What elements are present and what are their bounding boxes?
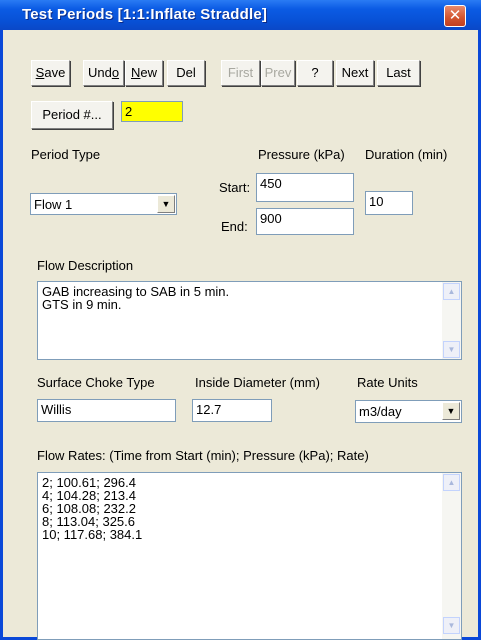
flow-rate-line: 10; 117.68; 384.1 — [42, 527, 143, 542]
duration-label: Duration (min) — [365, 147, 448, 162]
flow-description-label: Flow Description — [37, 258, 134, 273]
pressure-start-field[interactable]: 450 — [256, 173, 354, 202]
rate-units-label: Rate Units — [357, 375, 418, 390]
inside-diameter-label: Inside Diameter (mm) — [195, 375, 320, 390]
save-button[interactable]: Save — [31, 60, 70, 86]
new-label: ew — [140, 65, 157, 80]
prev-button[interactable]: Prev — [261, 60, 295, 86]
new-mnemonic: N — [130, 65, 141, 80]
undo-button[interactable]: Undo — [83, 60, 124, 86]
scroll-up-icon[interactable]: ▲ — [443, 283, 460, 300]
test-periods-window: Test Periods [1:1:Inflate Straddle] ✕ Sa… — [0, 0, 481, 640]
period-type-label: Period Type — [31, 147, 101, 162]
scroll-down-icon[interactable]: ▼ — [443, 341, 460, 358]
flow-rates-textarea[interactable]: 2; 100.61; 296.4 4; 104.28; 213.4 6; 108… — [37, 472, 462, 640]
period-number-field[interactable]: 2 — [121, 101, 183, 122]
duration-field[interactable]: 10 — [365, 191, 413, 215]
period-type-select[interactable]: Flow 1 ▼ — [30, 193, 177, 215]
window-title: Test Periods [1:1:Inflate Straddle] — [22, 6, 268, 23]
flow-description-line: GTS in 9 min. — [42, 297, 122, 312]
save-label: ave — [44, 65, 66, 80]
chevron-down-icon[interactable]: ▼ — [157, 195, 175, 213]
undo-mnemonic: o — [111, 65, 120, 80]
last-button[interactable]: Last — [377, 60, 420, 86]
rate-units-value: m3/day — [359, 404, 402, 419]
rate-units-select[interactable]: m3/day ▼ — [355, 400, 462, 423]
flow-rates-scrollbar[interactable]: ▲ ▼ — [442, 473, 461, 639]
next-button[interactable]: Next — [336, 60, 374, 86]
close-icon[interactable]: ✕ — [444, 5, 466, 27]
period-type-value: Flow 1 — [34, 197, 73, 212]
pressure-end-label: End: — [221, 219, 248, 234]
first-button[interactable]: First — [221, 60, 260, 86]
flow-description-textarea[interactable]: GAB increasing to SAB in 5 min. GTS in 9… — [37, 281, 462, 360]
help-button[interactable]: ? — [297, 60, 333, 86]
pressure-end-field[interactable]: 900 — [256, 208, 354, 235]
undo-label: Und — [87, 65, 112, 80]
inside-diameter-field[interactable]: 12.7 — [192, 399, 272, 422]
flow-description-scrollbar[interactable]: ▲ ▼ — [442, 282, 461, 359]
delete-button[interactable]: Del — [167, 60, 205, 86]
scroll-down-icon[interactable]: ▼ — [443, 617, 460, 634]
surface-choke-label: Surface Choke Type — [37, 375, 155, 390]
pressure-start-label: Start: — [219, 180, 251, 195]
pressure-label: Pressure (kPa) — [258, 147, 345, 162]
new-button[interactable]: New — [125, 60, 163, 86]
chevron-down-icon[interactable]: ▼ — [442, 402, 460, 420]
surface-choke-field[interactable]: Willis — [37, 399, 176, 422]
scroll-up-icon[interactable]: ▲ — [443, 474, 460, 491]
title-bar[interactable]: Test Periods [1:1:Inflate Straddle] ✕ — [0, 0, 481, 30]
period-number-button[interactable]: Period #... — [31, 101, 113, 129]
flow-rates-label: Flow Rates: (Time from Start (min); Pres… — [37, 448, 369, 463]
